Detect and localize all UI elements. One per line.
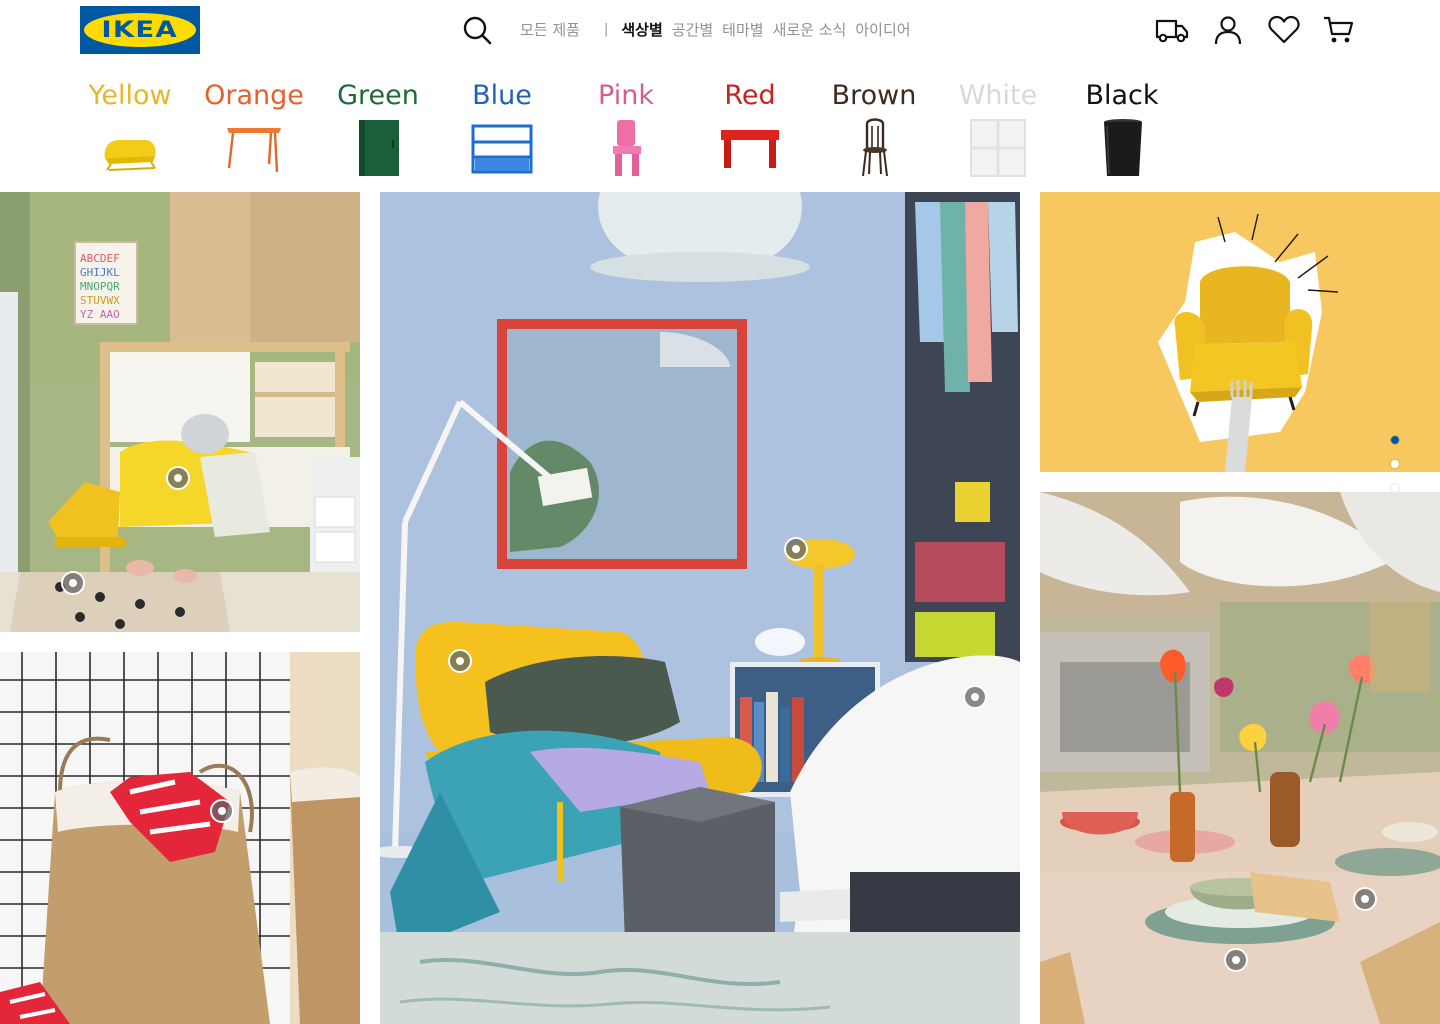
svg-text:ABCDEF: ABCDEF (80, 252, 120, 265)
ikea-logo[interactable]: IKEA (80, 6, 200, 54)
product-hotspot[interactable] (963, 685, 987, 709)
search-icon[interactable] (461, 14, 493, 46)
svg-text:GHIJKL: GHIJKL (80, 266, 120, 279)
product-hotspot[interactable] (1353, 887, 1377, 911)
color-option-blue[interactable]: Blue (440, 78, 564, 178)
white-cube-shelf-thumbnail (970, 119, 1026, 177)
color-label-green: Green (337, 80, 419, 111)
product-hotspot[interactable] (448, 649, 472, 673)
delivery-truck-icon[interactable] (1155, 14, 1189, 46)
orange-side-table-thumbnail (227, 128, 281, 173)
nav-tab-ideas[interactable]: 아이디어 (855, 19, 910, 40)
carousel-dot[interactable] (1391, 436, 1399, 444)
carousel-dot[interactable] (1391, 484, 1399, 492)
living-room-image[interactable] (380, 192, 1020, 1024)
logo-text: IKEA (101, 17, 179, 43)
color-option-red[interactable]: Red (688, 78, 812, 178)
laundry-basket-illustration (0, 652, 360, 1024)
yellow-lounge-chair-thumbnail (104, 140, 156, 171)
main-nav: 모든 제품 | 색상별 공간별 테마별 새로운 소식 아이디어 (520, 19, 920, 40)
red-table-thumbnail (721, 130, 779, 168)
product-hotspot[interactable] (61, 571, 85, 595)
color-option-yellow[interactable]: Yellow (68, 78, 192, 178)
svg-text:STUVWX: STUVWX (80, 294, 120, 307)
product-hotspot[interactable] (784, 537, 808, 561)
color-label-pink: Pink (598, 80, 654, 111)
cart-icon[interactable] (1322, 14, 1356, 46)
product-hotspot[interactable] (1224, 948, 1248, 972)
armchair-on-fork-illustration (1040, 192, 1440, 472)
color-label-black: Black (1085, 80, 1159, 111)
product-hotspot[interactable] (210, 799, 234, 823)
color-option-pink[interactable]: Pink (564, 78, 688, 178)
kids-bedroom-image[interactable]: ABCDEF GHIJKL MNOPQR STUVWX YZ AAO (0, 192, 360, 632)
top-header: IKEA 모든 제품 | 색상별 공간별 테마별 새로운 소식 아이디어 (0, 0, 1440, 60)
product-hotspot[interactable] (166, 466, 190, 490)
color-filter: Yellow Orange Green Blue Pink Red Brown … (68, 78, 1184, 178)
svg-text:MNOPQR: MNOPQR (80, 280, 120, 293)
color-label-orange: Orange (204, 80, 304, 111)
living-room-illustration (380, 192, 1020, 1024)
color-label-red: Red (724, 80, 776, 111)
color-option-white[interactable]: White (936, 78, 1060, 178)
dining-table-illustration (1040, 492, 1440, 1024)
logo-oval: IKEA (84, 13, 196, 47)
blue-shelf-thumbnail (471, 124, 533, 174)
carousel-dot[interactable] (1391, 460, 1399, 468)
nav-tab-by-theme[interactable]: 테마별 (722, 19, 763, 40)
heart-icon[interactable] (1267, 14, 1301, 46)
yellow-armchair-promo-image[interactable] (1040, 192, 1440, 472)
color-option-green[interactable]: Green (316, 78, 440, 178)
dining-table-image[interactable] (1040, 492, 1440, 1024)
green-cabinet-thumbnail (359, 120, 399, 176)
kids-bedroom-illustration: ABCDEF GHIJKL MNOPQR STUVWX YZ AAO (0, 192, 360, 632)
color-option-brown[interactable]: Brown (812, 78, 936, 178)
pink-kids-chair-thumbnail (613, 120, 641, 176)
laundry-basket-image[interactable] (0, 652, 360, 1024)
nav-tab-by-room[interactable]: 공간별 (672, 19, 713, 40)
color-label-yellow: Yellow (88, 80, 172, 111)
color-label-white: White (958, 80, 1038, 111)
nav-tab-by-color[interactable]: 색상별 (621, 19, 662, 40)
nav-tab-news[interactable]: 새로운 소식 (773, 19, 847, 40)
color-option-orange[interactable]: Orange (192, 78, 316, 178)
svg-text:YZ AAO: YZ AAO (80, 308, 120, 321)
nav-separator: | (603, 22, 609, 37)
user-icon[interactable] (1211, 14, 1245, 46)
color-label-blue: Blue (472, 80, 532, 111)
color-label-brown: Brown (831, 80, 917, 111)
brown-bentwood-chair-thumbnail (862, 118, 888, 177)
black-waste-bin-thumbnail (1104, 119, 1142, 176)
nav-all-products[interactable]: 모든 제품 (520, 19, 580, 40)
color-option-black[interactable]: Black (1060, 78, 1184, 178)
